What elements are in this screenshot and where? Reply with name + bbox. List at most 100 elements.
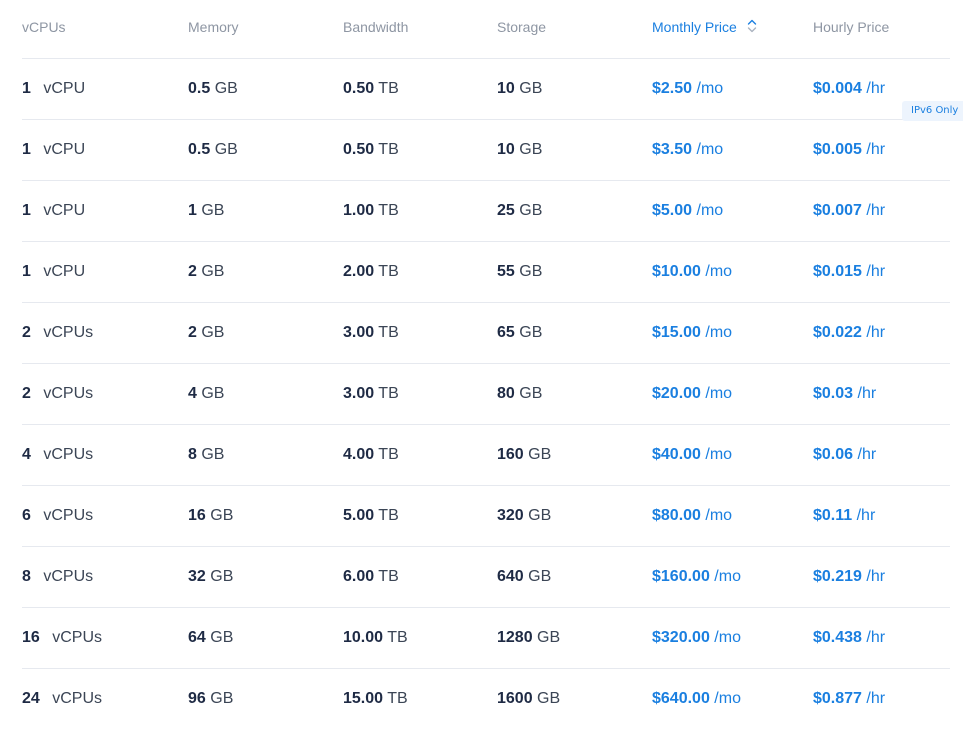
table-row[interactable]: 4 vCPUs 8 GB 4.00 TB 160 GB $40.00 /mo $0.06 …: [22, 425, 950, 486]
header-memory[interactable]: Memory: [188, 19, 239, 35]
hourly-price-value: $0.005: [813, 141, 862, 158]
storage-value: 80: [497, 385, 515, 402]
bandwidth-value: 10.00: [343, 629, 384, 646]
cell-monthly-price: $5.00 /mo: [652, 202, 723, 220]
cell-storage: 1280 GB: [497, 629, 560, 647]
bandwidth-value: 0.50: [343, 80, 375, 97]
cell-memory: 2 GB: [188, 263, 224, 281]
hourly-price-unit: /hr: [866, 263, 886, 280]
cpu-unit: vCPU: [43, 202, 86, 219]
monthly-price-unit: /mo: [714, 690, 741, 707]
bandwidth-value: 4.00: [343, 446, 375, 463]
bandwidth-value: 5.00: [343, 507, 375, 524]
table-row[interactable]: 1 vCPU 1 GB 1.00 TB 25 GB $5.00 /mo $0.007 /h…: [22, 181, 950, 242]
table-row[interactable]: 24 vCPUs 96 GB 15.00 TB 1600 GB $640.00 /mo $…: [22, 669, 950, 729]
cpu-unit: vCPU: [43, 263, 86, 280]
storage-value: 1280: [497, 629, 533, 646]
memory-unit: GB: [201, 263, 225, 280]
memory-unit: GB: [214, 141, 238, 158]
storage-value: 160: [497, 446, 524, 463]
storage-unit: GB: [528, 507, 552, 524]
cell-hourly-price: $0.11 /hr: [813, 507, 875, 525]
sort-up-down-icon[interactable]: [747, 18, 757, 37]
table-row[interactable]: 1 vCPU 0.5 GB 0.50 TB 10 GB $3.50 /mo $0.005 …: [22, 120, 950, 181]
storage-value: 55: [497, 263, 515, 280]
table-row[interactable]: 16 vCPUs 64 GB 10.00 TB 1280 GB $320.00 /mo $…: [22, 608, 950, 669]
cell-storage: 80 GB: [497, 385, 542, 403]
monthly-price-unit: /mo: [696, 202, 724, 219]
hourly-price-value: $0.219: [813, 568, 862, 585]
monthly-price-value: $40.00: [652, 446, 701, 463]
table-body: 1 vCPU 0.5 GB 0.50 TB 10 GB $2.50 /mo $0.004 …: [22, 59, 950, 729]
header-vcpus[interactable]: vCPUs: [22, 19, 66, 35]
monthly-price-unit: /mo: [714, 568, 741, 585]
header-hourly-price[interactable]: Hourly Price: [813, 19, 889, 35]
bandwidth-value: 3.00: [343, 385, 375, 402]
cpu-value: 1: [22, 263, 31, 280]
header-bandwidth[interactable]: Bandwidth: [343, 19, 408, 35]
header-storage[interactable]: Storage: [497, 19, 546, 35]
cell-memory: 0.5 GB: [188, 80, 238, 98]
bandwidth-value: 3.00: [343, 324, 375, 341]
header-monthly-price[interactable]: Monthly Price: [652, 19, 757, 37]
memory-unit: GB: [210, 629, 234, 646]
pricing-table: vCPUs Memory Bandwidth Storage Monthly P…: [22, 0, 950, 729]
storage-unit: GB: [519, 263, 543, 280]
bandwidth-unit: TB: [378, 568, 399, 585]
cell-memory: 32 GB: [188, 568, 233, 586]
cell-bandwidth: 0.50 TB: [343, 141, 399, 159]
cell-memory: 64 GB: [188, 629, 233, 647]
cell-storage: 640 GB: [497, 568, 551, 586]
header-monthly-price-label: Monthly Price: [652, 19, 737, 35]
table-row[interactable]: 6 vCPUs 16 GB 5.00 TB 320 GB $80.00 /mo $0.11…: [22, 486, 950, 547]
table-row[interactable]: 2 vCPUs 4 GB 3.00 TB 80 GB $20.00 /mo $0.03 /…: [22, 364, 950, 425]
bandwidth-unit: TB: [387, 690, 408, 707]
monthly-price-unit: /mo: [705, 385, 733, 402]
storage-unit: GB: [528, 446, 552, 463]
cell-storage: 10 GB: [497, 80, 542, 98]
memory-value: 0.5: [188, 80, 211, 97]
cell-memory: 16 GB: [188, 507, 233, 525]
cpu-unit: vCPUs: [52, 690, 103, 707]
hourly-price-value: $0.004: [813, 80, 862, 97]
cpu-value: 16: [22, 629, 40, 646]
cell-cpu: 6 vCPUs: [22, 507, 93, 525]
cell-bandwidth: 1.00 TB: [343, 202, 399, 220]
memory-unit: GB: [201, 446, 225, 463]
cpu-value: 1: [22, 80, 31, 97]
storage-unit: GB: [519, 80, 543, 97]
cell-hourly-price: $0.219 /hr: [813, 568, 885, 586]
cpu-unit: vCPUs: [43, 324, 94, 341]
cell-monthly-price: $3.50 /mo: [652, 141, 723, 159]
table-row[interactable]: 1 vCPU 0.5 GB 0.50 TB 10 GB $2.50 /mo $0.004 …: [22, 59, 950, 120]
hourly-price-value: $0.11: [813, 507, 853, 524]
cpu-value: 24: [22, 690, 40, 707]
monthly-price-value: $10.00: [652, 263, 701, 280]
hourly-price-value: $0.007: [813, 202, 862, 219]
hourly-price-unit: /hr: [866, 629, 886, 646]
cpu-unit: vCPUs: [43, 446, 94, 463]
table-row[interactable]: 1 vCPU 2 GB 2.00 TB 55 GB $10.00 /mo $0.015 /…: [22, 242, 950, 303]
table-row[interactable]: 2 vCPUs 2 GB 3.00 TB 65 GB $15.00 /mo $0.022 …: [22, 303, 950, 364]
monthly-price-value: $160.00: [652, 568, 710, 585]
cell-monthly-price: $2.50 /mo: [652, 80, 723, 98]
monthly-price-unit: /mo: [705, 446, 733, 463]
cell-monthly-price: $320.00 /mo: [652, 629, 741, 647]
bandwidth-value: 6.00: [343, 568, 375, 585]
monthly-price-value: $5.00: [652, 202, 693, 219]
storage-unit: GB: [519, 202, 543, 219]
cell-memory: 2 GB: [188, 324, 224, 342]
cell-memory: 4 GB: [188, 385, 224, 403]
storage-unit: GB: [528, 568, 552, 585]
cell-cpu: 1 vCPU: [22, 263, 85, 281]
memory-unit: GB: [201, 324, 225, 341]
table-row[interactable]: 8 vCPUs 32 GB 6.00 TB 640 GB $160.00 /mo $0.2…: [22, 547, 950, 608]
cell-cpu: 24 vCPUs: [22, 690, 102, 708]
storage-unit: GB: [519, 385, 543, 402]
monthly-price-unit: /mo: [705, 507, 733, 524]
monthly-price-value: $3.50: [652, 141, 693, 158]
cpu-unit: vCPUs: [43, 385, 94, 402]
cpu-value: 6: [22, 507, 31, 524]
cpu-value: 4: [22, 446, 31, 463]
cell-monthly-price: $80.00 /mo: [652, 507, 732, 525]
